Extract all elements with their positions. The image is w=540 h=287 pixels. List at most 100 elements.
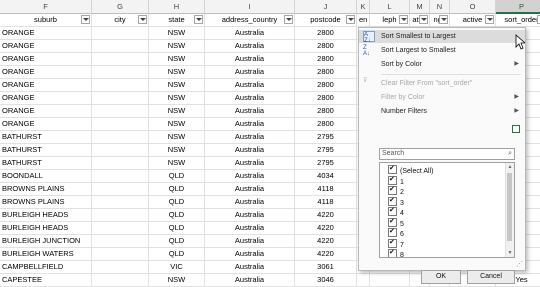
table-cell[interactable]: Australia: [205, 118, 295, 131]
sort-ascending-item[interactable]: AZ↓ Sort Smallest to Largest: [359, 30, 525, 43]
table-cell[interactable]: NSW: [149, 157, 205, 170]
table-cell[interactable]: Australia: [205, 27, 295, 40]
table-cell[interactable]: [92, 209, 149, 222]
table-cell[interactable]: 2800: [295, 79, 357, 92]
table-cell[interactable]: NSW: [149, 92, 205, 105]
table-cell[interactable]: [92, 196, 149, 209]
table-cell[interactable]: BURLEIGH HEADS: [0, 209, 92, 222]
table-cell[interactable]: Australia: [205, 40, 295, 53]
table-cell[interactable]: 4118: [295, 196, 357, 209]
table-cell[interactable]: [357, 274, 370, 287]
table-cell[interactable]: Australia: [205, 209, 295, 222]
table-cell[interactable]: [92, 79, 149, 92]
table-cell[interactable]: Australia: [205, 131, 295, 144]
resize-grip-icon[interactable]: ⋰: [516, 260, 523, 268]
table-cell[interactable]: ORANGE: [0, 118, 92, 131]
table-cell[interactable]: [92, 66, 149, 79]
table-cell[interactable]: Australia: [205, 248, 295, 261]
table-header-cell[interactable]: postcode: [295, 14, 357, 27]
table-header-cell[interactable]: ngit: [430, 14, 450, 27]
table-cell[interactable]: BROWNS PLAINS: [0, 183, 92, 196]
table-cell[interactable]: 4034: [295, 170, 357, 183]
table-cell[interactable]: QLD: [149, 209, 205, 222]
table-header-cell[interactable]: active: [450, 14, 496, 27]
table-cell[interactable]: [92, 248, 149, 261]
filter-dropdown-icon[interactable]: [439, 15, 448, 24]
table-cell[interactable]: [92, 118, 149, 131]
table-cell[interactable]: Australia: [205, 79, 295, 92]
table-cell[interactable]: ORANGE: [0, 105, 92, 118]
column-letter-header[interactable]: O: [450, 0, 496, 14]
table-cell[interactable]: QLD: [149, 183, 205, 196]
table-cell[interactable]: 2795: [295, 144, 357, 157]
sort-descending-item[interactable]: ZA↓ Sort Largest to Smallest: [359, 44, 525, 57]
table-cell[interactable]: Australia: [205, 222, 295, 235]
table-cell[interactable]: 4220: [295, 222, 357, 235]
table-cell[interactable]: ORANGE: [0, 40, 92, 53]
table-cell[interactable]: BURLEIGH WATERS: [0, 248, 92, 261]
number-filters-item[interactable]: Number Filters ▶: [359, 105, 525, 118]
table-cell[interactable]: ORANGE: [0, 53, 92, 66]
table-cell[interactable]: BROWNS PLAINS: [0, 196, 92, 209]
table-cell[interactable]: [92, 222, 149, 235]
filter-dropdown-icon[interactable]: [81, 15, 90, 24]
table-cell[interactable]: 2800: [295, 66, 357, 79]
table-cell[interactable]: [92, 131, 149, 144]
table-cell[interactable]: [370, 274, 410, 287]
filter-dropdown-icon[interactable]: [194, 15, 203, 24]
filter-dropdown-icon[interactable]: [399, 15, 408, 24]
table-cell[interactable]: [92, 274, 149, 287]
filter-dropdown-icon[interactable]: [346, 15, 355, 24]
table-header-cell[interactable]: atitu: [410, 14, 430, 27]
filter-dropdown-icon[interactable]: [485, 15, 494, 24]
table-cell[interactable]: Australia: [205, 235, 295, 248]
table-cell[interactable]: Australia: [205, 183, 295, 196]
table-cell[interactable]: [92, 157, 149, 170]
table-header-cell[interactable]: state: [149, 14, 205, 27]
table-cell[interactable]: Australia: [205, 105, 295, 118]
ok-button[interactable]: OK: [421, 270, 461, 284]
value-checkbox-item[interactable]: 8: [380, 249, 404, 258]
table-cell[interactable]: CAMPBELLFIELD: [0, 261, 92, 274]
table-cell[interactable]: 2800: [295, 118, 357, 131]
table-cell[interactable]: CAPESTEE: [0, 274, 92, 287]
table-cell[interactable]: BATHURST: [0, 131, 92, 144]
table-cell[interactable]: NSW: [149, 79, 205, 92]
table-cell[interactable]: ORANGE: [0, 79, 92, 92]
table-cell[interactable]: VIC: [149, 261, 205, 274]
table-cell[interactable]: BATHURST: [0, 144, 92, 157]
table-cell[interactable]: [92, 144, 149, 157]
cancel-button[interactable]: Cancel: [467, 270, 515, 284]
column-letter-header[interactable]: F: [0, 0, 92, 14]
table-cell[interactable]: QLD: [149, 235, 205, 248]
column-letter-header[interactable]: M: [410, 0, 430, 14]
table-cell[interactable]: 2800: [295, 92, 357, 105]
table-cell[interactable]: 4220: [295, 235, 357, 248]
table-cell[interactable]: 3046: [295, 274, 357, 287]
table-cell[interactable]: ORANGE: [0, 27, 92, 40]
column-letter-header[interactable]: L: [370, 0, 410, 14]
table-cell[interactable]: QLD: [149, 222, 205, 235]
table-cell[interactable]: NSW: [149, 131, 205, 144]
table-cell[interactable]: ORANGE: [0, 92, 92, 105]
column-letter-header[interactable]: N: [430, 0, 450, 14]
table-header-cell[interactable]: leph: [370, 14, 410, 27]
scroll-down-icon[interactable]: ▼: [506, 249, 514, 257]
table-cell[interactable]: Australia: [205, 66, 295, 79]
list-scrollbar[interactable]: ▲ ▼: [505, 163, 514, 257]
table-header-cell[interactable]: address_country: [205, 14, 295, 27]
table-cell[interactable]: BATHURST: [0, 157, 92, 170]
table-cell[interactable]: NSW: [149, 27, 205, 40]
table-cell[interactable]: [92, 53, 149, 66]
table-cell[interactable]: BURLEIGH HEADS: [0, 222, 92, 235]
table-cell[interactable]: 2800: [295, 40, 357, 53]
table-cell[interactable]: BOONDALL: [0, 170, 92, 183]
table-cell[interactable]: 2800: [295, 27, 357, 40]
table-cell[interactable]: [92, 183, 149, 196]
table-cell[interactable]: [92, 27, 149, 40]
table-cell[interactable]: [92, 92, 149, 105]
table-cell[interactable]: Australia: [205, 196, 295, 209]
table-cell[interactable]: NSW: [149, 66, 205, 79]
table-cell[interactable]: QLD: [149, 170, 205, 183]
table-cell[interactable]: Australia: [205, 170, 295, 183]
